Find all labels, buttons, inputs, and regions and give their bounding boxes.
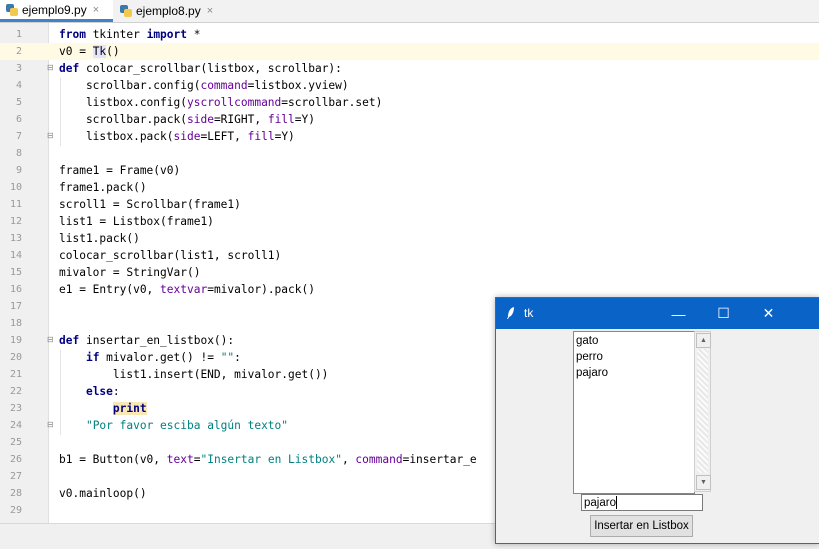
code-line-8[interactable]: 8 [0,145,819,162]
code-line-6[interactable]: 6 scrollbar.pack(side=RIGHT, fill=Y) [0,111,819,128]
line-number: 11 [9,199,22,210]
scroll-track[interactable] [697,349,708,473]
listbox[interactable]: gato perro pajaro [573,331,695,494]
list-item[interactable]: perro [576,349,603,365]
tk-title-bar[interactable]: tk — ☐ ✕ [496,298,819,329]
line-number: 10 [9,182,22,193]
insert-listbox-button[interactable]: Insertar en Listbox [590,515,693,537]
code-line-12[interactable]: 12 list1 = Listbox(frame1) [0,213,819,230]
maximize-button[interactable]: ☐ [701,298,746,329]
line-number: 6 [15,114,22,125]
line-number: 26 [9,454,22,465]
line-number: 12 [9,216,22,227]
code-line-13[interactable]: 13 list1.pack() [0,230,819,247]
line-number: 24 [9,420,22,431]
line-number: 21 [9,369,22,380]
line-number: 8 [15,148,22,159]
fold-icon[interactable]: ⊟ [47,64,55,72]
tab-label: ejemplo8.py [136,4,201,18]
close-tab-icon[interactable]: × [93,4,99,16]
code-line-14[interactable]: 14 colocar_scrollbar(list1, scroll1) [0,247,819,264]
line-number: 19 [9,335,22,346]
text-caret [615,496,617,510]
scroll-up-icon[interactable]: ▲ [696,333,711,348]
line-number: 5 [15,97,22,108]
minimize-button[interactable]: — [656,298,701,329]
code-line-16[interactable]: 16 e1 = Entry(v0, textvar=mivalor).pack(… [0,281,819,298]
scroll-down-icon[interactable]: ▼ [696,475,711,490]
line-number: 27 [9,471,22,482]
line-number: 23 [9,403,22,414]
fold-end-icon[interactable]: ⊟ [47,421,55,429]
line-number: 28 [9,488,22,499]
code-line-11[interactable]: 11 scroll1 = Scrollbar(frame1) [0,196,819,213]
editor-tab-bar: ejemplo9.py × ejemplo8.py × [0,0,819,23]
fold-end-icon[interactable]: ⊟ [47,132,55,140]
list-item[interactable]: gato [576,333,598,349]
line-number: 7 [15,131,22,142]
line-number: 1 [15,29,22,40]
line-number: 20 [9,352,22,363]
code-line-5[interactable]: 5 listbox.config(yscrollcommand=scrollba… [0,94,819,111]
line-number: 18 [9,318,22,329]
line-number: 15 [9,267,22,278]
line-number: 13 [9,233,22,244]
line-number: 16 [9,284,22,295]
close-tab-icon[interactable]: × [207,5,213,17]
code-line-2[interactable]: 2 v0 = Tk() [0,43,819,60]
listbox-scrollbar[interactable]: ▲ ▼ [694,331,711,492]
code-line-3[interactable]: 3 ⊟ def colocar_scrollbar(listbox, scrol… [0,60,819,77]
line-number: 4 [15,80,22,91]
line-number: 17 [9,301,22,312]
tab-label: ejemplo9.py [22,2,87,17]
feather-icon [506,306,516,323]
tab-ejemplo9[interactable]: ejemplo9.py × [0,0,113,22]
line-number: 9 [15,165,22,176]
line-number: 25 [9,437,22,448]
tab-ejemplo8[interactable]: ejemplo8.py × [114,0,226,22]
python-file-icon [6,3,18,16]
code-line-1[interactable]: 1 from tkinter import * [0,26,819,43]
close-button[interactable]: ✕ [746,298,791,329]
code-line-7[interactable]: 7 ⊟ listbox.pack(side=LEFT, fill=Y) [0,128,819,145]
list-item[interactable]: pajaro [576,365,608,381]
code-line-9[interactable]: 9 frame1 = Frame(v0) [0,162,819,179]
line-number: 14 [9,250,22,261]
line-number: 3 [15,63,22,74]
line-number: 2 [15,46,22,57]
code-line-15[interactable]: 15 mivalor = StringVar() [0,264,819,281]
fold-icon[interactable]: ⊟ [47,336,55,344]
line-number: 29 [9,505,22,516]
window-title: tk [524,306,534,320]
code-line-4[interactable]: 4 scrollbar.config(command=listbox.yview… [0,77,819,94]
code-line-10[interactable]: 10 frame1.pack() [0,179,819,196]
text-entry[interactable]: pajaro [581,494,703,511]
entry-value: pajaro [584,497,616,509]
python-file-icon [120,5,132,17]
line-number: 22 [9,386,22,397]
tk-window: tk — ☐ ✕ gato perro pajaro ▲ ▼ pajaro In… [495,297,819,544]
